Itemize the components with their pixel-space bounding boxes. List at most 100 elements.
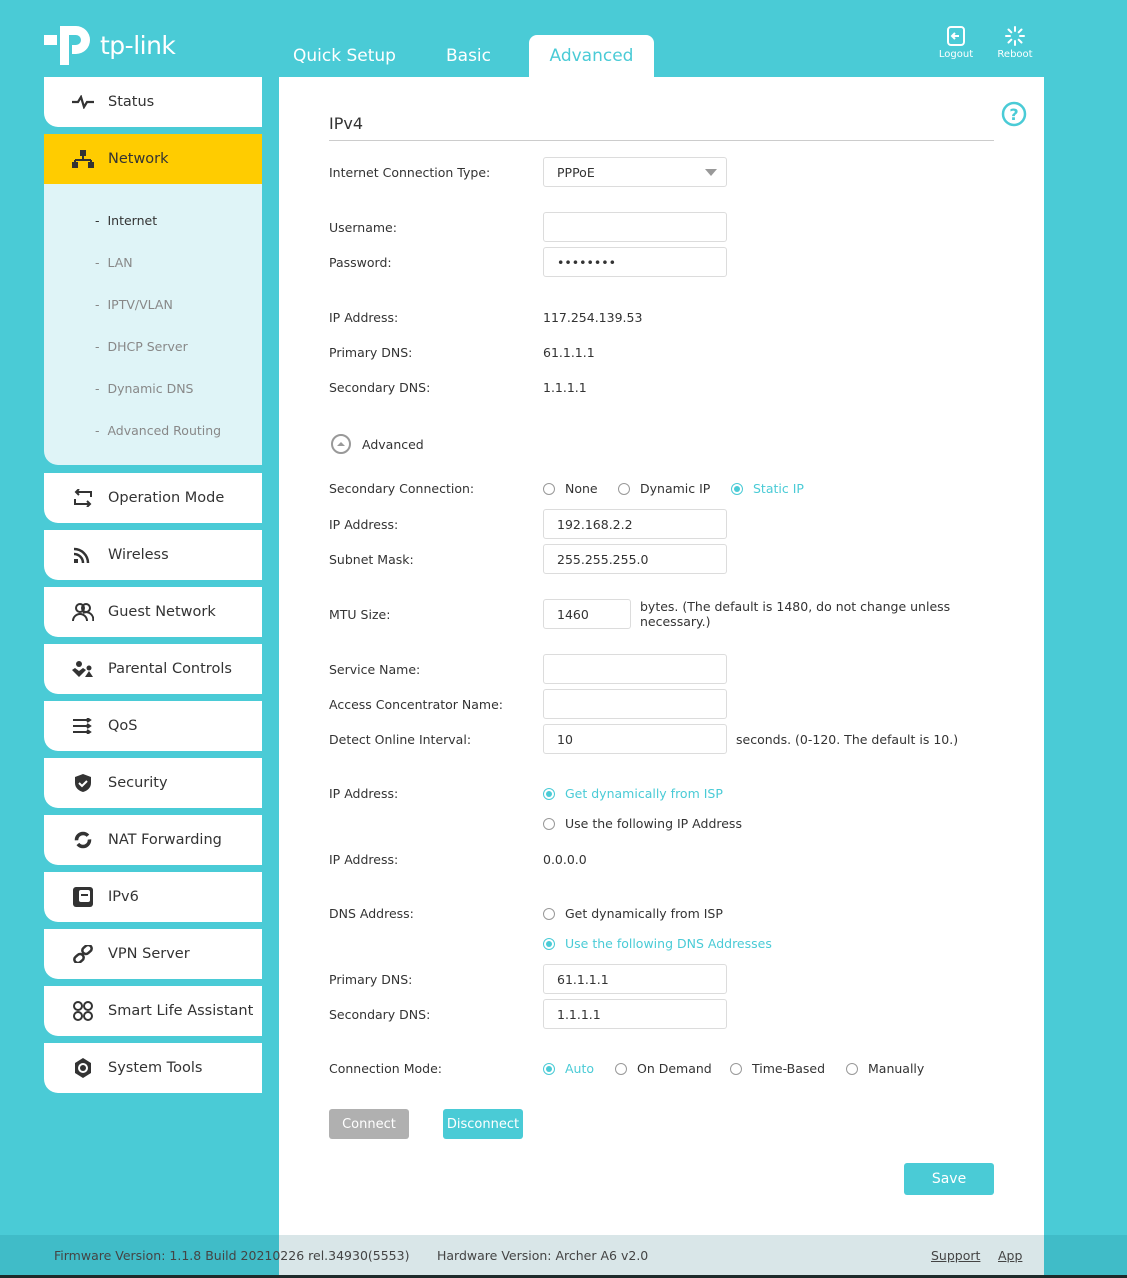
submenu-dynamic-dns[interactable]: - Dynamic DNS: [95, 381, 193, 396]
network-submenu: - Internet - LAN - IPTV/VLAN - DHCP Serv…: [44, 184, 262, 465]
detect-interval-input[interactable]: 10: [543, 724, 727, 754]
gear-icon: [70, 1058, 96, 1078]
primary-dns-value: 61.1.1.1: [543, 345, 595, 360]
secondary-dns-input[interactable]: 1.1.1.1: [543, 999, 727, 1029]
sidebar-item-security[interactable]: Security: [44, 758, 262, 808]
username-label: Username:: [329, 220, 397, 235]
sidebar-item-wireless[interactable]: Wireless: [44, 530, 262, 580]
secondary-dns-2-label: Secondary DNS:: [329, 1007, 431, 1022]
logout-button[interactable]: Logout: [931, 26, 981, 60]
radio-ip-static[interactable]: Use the following IP Address: [543, 816, 742, 831]
connection-type-select[interactable]: PPPoE: [543, 157, 727, 187]
ip-mode-label: IP Address:: [329, 786, 399, 801]
submenu-iptv-vlan[interactable]: - IPTV/VLAN: [95, 297, 173, 312]
radio-secondary-dynamic-ip[interactable]: Dynamic IP: [618, 481, 710, 496]
radio-dns-dynamic[interactable]: Get dynamically from ISP: [543, 906, 723, 921]
password-label: Password:: [329, 255, 392, 270]
help-icon[interactable]: ?: [1001, 101, 1027, 131]
command-icon: [70, 1001, 96, 1021]
save-button[interactable]: Save: [904, 1163, 994, 1195]
service-name-input[interactable]: [543, 654, 727, 684]
sidebar-item-system-tools[interactable]: System Tools: [44, 1043, 262, 1093]
sidebar-item-label: QoS: [108, 718, 138, 734]
dns-mode-label: DNS Address:: [329, 906, 414, 921]
sidebar-item-nat-forwarding[interactable]: NAT Forwarding: [44, 815, 262, 865]
mtu-hint: bytes. (The default is 1480, do not chan…: [640, 599, 951, 629]
ip-address-label: IP Address:: [329, 310, 399, 325]
svg-text:?: ?: [1009, 105, 1018, 124]
footer: Firmware Version: 1.1.8 Build 20210226 r…: [0, 1235, 1127, 1275]
sidebar-item-network[interactable]: Network: [44, 134, 262, 184]
sidebar-item-guest-network[interactable]: Guest Network: [44, 587, 262, 637]
sidebar-item-qos[interactable]: QoS: [44, 701, 262, 751]
reboot-button[interactable]: Reboot: [990, 26, 1040, 60]
logout-label: Logout: [938, 49, 974, 60]
advanced-toggle[interactable]: Advanced: [330, 433, 424, 455]
sidebar-item-label: VPN Server: [108, 946, 190, 962]
sidebar-item-status[interactable]: Status: [44, 77, 262, 127]
qos-icon: [70, 718, 96, 734]
sidebar-item-operation-mode[interactable]: Operation Mode: [44, 473, 262, 523]
username-input[interactable]: [543, 212, 727, 242]
app-link[interactable]: App: [998, 1248, 1022, 1263]
radio-secondary-static-ip[interactable]: Static IP: [731, 481, 804, 496]
ip-address-value: 117.254.139.53: [543, 310, 643, 325]
disconnect-button[interactable]: Disconnect: [443, 1109, 523, 1139]
section-title: IPv4: [329, 114, 364, 133]
sidebar-item-label: Smart Life Assistant: [108, 1003, 254, 1019]
reboot-icon: [1005, 26, 1025, 46]
ip-address-2-label: IP Address:: [329, 852, 399, 867]
tab-basic[interactable]: Basic: [446, 35, 491, 77]
family-icon: [70, 661, 96, 677]
access-concentrator-input[interactable]: [543, 689, 727, 719]
password-input[interactable]: ••••••••: [543, 247, 727, 277]
chevron-up-circle-icon: [331, 434, 351, 454]
connect-button[interactable]: Connect: [329, 1109, 409, 1139]
sidebar-item-label: Parental Controls: [108, 661, 232, 677]
submenu-advanced-routing[interactable]: - Advanced Routing: [95, 423, 221, 438]
tp-link-logo: tp-link: [44, 16, 176, 66]
sidebar-item-vpn-server[interactable]: VPN Server: [44, 929, 262, 979]
subnet-mask-input[interactable]: 255.255.255.0: [543, 544, 727, 574]
sidebar-item-label: Status: [108, 94, 155, 110]
support-link[interactable]: Support: [931, 1248, 980, 1263]
radio-mode-auto[interactable]: Auto: [543, 1061, 594, 1076]
pulse-icon: [70, 95, 96, 109]
secondary-connection-label: Secondary Connection:: [329, 481, 475, 496]
submenu-dhcp-server[interactable]: - DHCP Server: [95, 339, 188, 354]
radio-secondary-none[interactable]: None: [543, 481, 598, 496]
sidebar-item-label: Network: [108, 151, 169, 167]
connection-type-label: Internet Connection Type:: [329, 165, 491, 180]
radio-dns-static[interactable]: Use the following DNS Addresses: [543, 936, 772, 951]
secondary-dns-value: 1.1.1.1: [543, 380, 587, 395]
link-icon: [70, 945, 96, 963]
secondary-ip-input[interactable]: 192.168.2.2: [543, 509, 727, 539]
subnet-mask-label: Subnet Mask:: [329, 552, 414, 567]
service-name-label: Service Name:: [329, 662, 421, 677]
radio-mode-time-based[interactable]: Time-Based: [730, 1061, 825, 1076]
sidebar-item-label: IPv6: [108, 889, 139, 905]
mtu-input[interactable]: 1460: [543, 599, 631, 629]
sidebar-item-label: NAT Forwarding: [108, 832, 222, 848]
radio-ip-dynamic[interactable]: Get dynamically from ISP: [543, 786, 723, 801]
ip-address-2-value: 0.0.0.0: [543, 852, 587, 867]
primary-dns-input[interactable]: 61.1.1.1: [543, 964, 727, 994]
hardware-version: Hardware Version: Archer A6 v2.0: [437, 1248, 649, 1263]
sidebar-item-label: Guest Network: [108, 604, 216, 620]
sidebar-item-label: Operation Mode: [108, 490, 225, 506]
radio-mode-on-demand[interactable]: On Demand: [615, 1061, 712, 1076]
connection-mode-label: Connection Mode:: [329, 1061, 442, 1076]
sidebar-item-ipv6[interactable]: IPv6: [44, 872, 262, 922]
submenu-lan[interactable]: - LAN: [95, 255, 133, 270]
tp-link-logo-icon: [44, 26, 90, 65]
tab-quick-setup[interactable]: Quick Setup: [293, 35, 396, 77]
users-icon: [70, 603, 96, 621]
access-concentrator-label: Access Concentrator Name:: [329, 697, 503, 712]
sidebar-item-smart-life-assistant[interactable]: Smart Life Assistant: [44, 986, 262, 1036]
primary-dns-label: Primary DNS:: [329, 345, 413, 360]
sidebar-item-parental-controls[interactable]: Parental Controls: [44, 644, 262, 694]
submenu-internet[interactable]: - Internet: [95, 213, 157, 228]
radio-mode-manually[interactable]: Manually: [846, 1061, 924, 1076]
tab-advanced[interactable]: Advanced: [529, 35, 654, 77]
ipv6-icon: [70, 887, 96, 907]
